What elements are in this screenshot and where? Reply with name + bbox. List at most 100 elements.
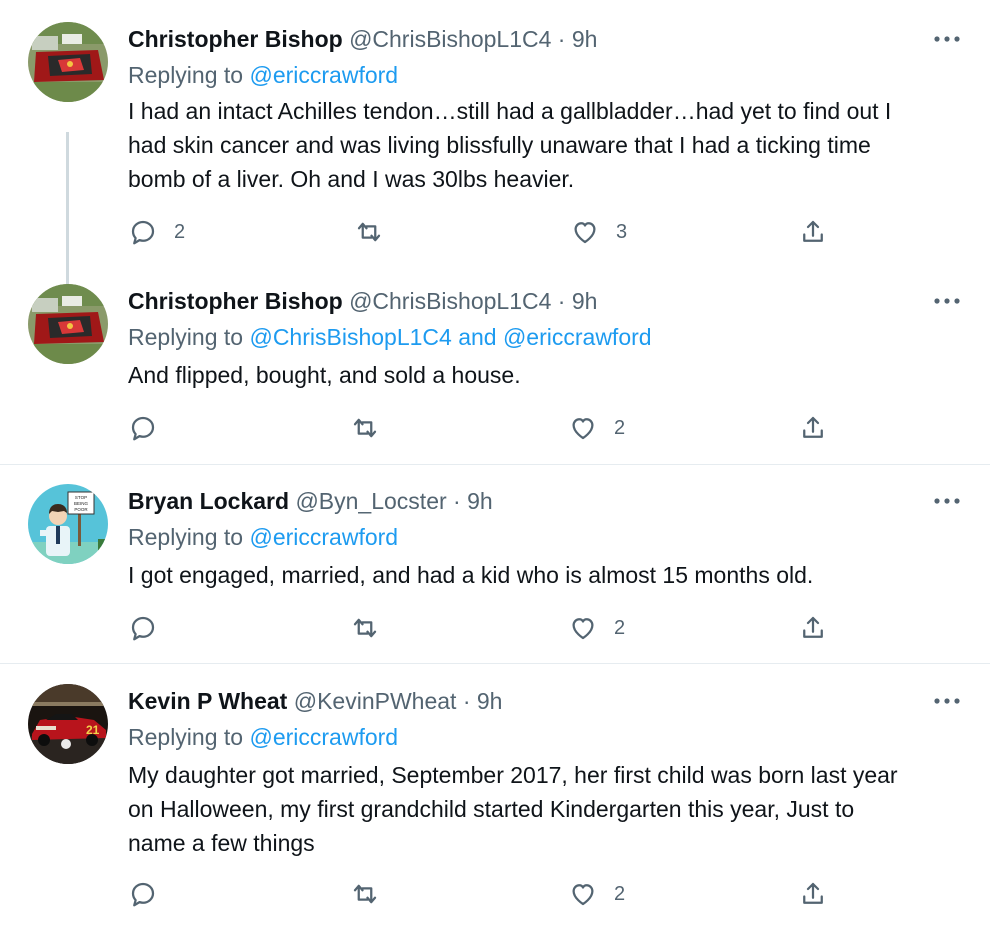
share-icon: [803, 882, 823, 904]
reply-icon: [131, 220, 155, 245]
like-button[interactable]: 2: [568, 876, 625, 912]
more-button[interactable]: [930, 488, 964, 514]
share-button[interactable]: [798, 876, 828, 912]
retweet-icon: [353, 618, 377, 638]
replying-to-label: Replying to: [128, 724, 244, 750]
like-icon: [572, 618, 594, 640]
tweet-text-line: And flipped, bought, and sold a house.: [128, 362, 521, 388]
tweet-text-line: I got engaged, married, and had a kid wh…: [128, 562, 814, 588]
tweet[interactable]: Christopher Bishop @ChrisBishopL1C4 · 9h…: [0, 22, 990, 300]
more-button[interactable]: [930, 288, 964, 314]
like-count: 2: [614, 416, 626, 439]
share-button[interactable]: [798, 610, 828, 646]
sign-text-line: BEING: [74, 501, 89, 506]
like-button[interactable]: 2: [568, 610, 625, 646]
reply-button[interactable]: [128, 610, 174, 646]
replying-to: Replying to @ericcrawford: [128, 720, 398, 754]
cardinals-lawn-avatar: [28, 284, 108, 364]
retweet-icon: [353, 418, 377, 438]
like-count: 2: [614, 616, 626, 639]
reply-icon: [131, 882, 155, 907]
share-icon: [803, 416, 823, 438]
tweet-header: Christopher Bishop @ChrisBishopL1C4 · 9h: [128, 22, 597, 56]
replying-to-label: Replying to: [128, 324, 244, 350]
like-icon: [574, 222, 596, 244]
tweet-text: And flipped, bought, and sold a house.: [128, 358, 968, 392]
mention-link[interactable]: @ericcrawford: [249, 524, 398, 550]
avatar[interactable]: [28, 22, 108, 102]
tweet[interactable]: STOP BEING POOR Bryan Lockard @Byn_Locst…: [0, 484, 990, 664]
timestamp[interactable]: 9h: [572, 288, 598, 314]
like-icon: [572, 418, 594, 440]
reply-button[interactable]: 2: [128, 214, 185, 250]
tweet-text-line: My daughter got married, September 2017,…: [128, 762, 898, 788]
avatar[interactable]: [28, 284, 108, 364]
timestamp[interactable]: 9h: [572, 26, 598, 52]
share-button[interactable]: [798, 410, 828, 446]
like-count: 2: [614, 882, 626, 905]
share-icon: [803, 616, 823, 638]
tweet-header: Kevin P Wheat @KevinPWheat · 9h: [128, 684, 502, 718]
reply-icon: [131, 416, 155, 441]
action-bar: 2: [128, 876, 848, 912]
author-name[interactable]: Christopher Bishop: [128, 26, 343, 52]
author-name[interactable]: Bryan Lockard: [128, 488, 289, 514]
sign-text-line: STOP: [75, 495, 87, 500]
retweet-button[interactable]: [350, 876, 396, 912]
mention-link[interactable]: @ericcrawford: [249, 62, 398, 88]
retweet-icon: [357, 222, 381, 242]
reply-button[interactable]: [128, 876, 174, 912]
action-bar: 2 3: [128, 214, 848, 250]
timestamp[interactable]: 9h: [477, 688, 503, 714]
reply-button[interactable]: [128, 410, 174, 446]
tweet[interactable]: Christopher Bishop @ChrisBishopL1C4 · 9h…: [0, 284, 990, 464]
sign-text-line: POOR: [74, 507, 88, 512]
more-button[interactable]: [930, 26, 964, 52]
retweet-button[interactable]: [350, 610, 396, 646]
tweet-text-line: bomb of a liver. Oh and I was 30lbs heav…: [128, 166, 575, 192]
timestamp[interactable]: 9h: [467, 488, 493, 514]
more-icon: [934, 36, 960, 42]
tweet-header: Bryan Lockard @Byn_Locster · 9h: [128, 484, 493, 518]
author-handle[interactable]: @KevinPWheat: [294, 688, 457, 714]
tweet-text: My daughter got married, September 2017,…: [128, 758, 968, 860]
tweet-divider: [0, 663, 990, 664]
more-button[interactable]: [930, 688, 964, 714]
mention-link[interactable]: @ericcrawford: [503, 324, 652, 350]
replying-to-label: Replying to: [128, 62, 244, 88]
separator-dot: ·: [453, 488, 461, 514]
author-handle[interactable]: @ChrisBishopL1C4: [349, 26, 551, 52]
mention-joiner: and: [458, 324, 497, 350]
more-icon: [934, 298, 960, 304]
tweet-header: Christopher Bishop @ChrisBishopL1C4 · 9h: [128, 284, 597, 318]
share-button[interactable]: [798, 214, 828, 250]
separator-dot: ·: [462, 688, 471, 714]
separator-dot: ·: [557, 288, 566, 314]
tweet-text-line: name a few things: [128, 830, 315, 856]
action-bar: 2: [128, 610, 848, 646]
author-name[interactable]: Christopher Bishop: [128, 288, 343, 314]
reply-icon: [131, 616, 155, 641]
avatar[interactable]: 21: [28, 684, 108, 764]
author-name[interactable]: Kevin P Wheat: [128, 688, 287, 714]
reply-count: 2: [174, 220, 186, 243]
retweet-button[interactable]: [350, 410, 396, 446]
author-handle[interactable]: @Byn_Locster: [295, 488, 446, 514]
separator-dot: ·: [557, 26, 566, 52]
replying-to: Replying to @ericcrawford: [128, 520, 398, 554]
tweet[interactable]: 21 Kevin P Wheat @KevinPWheat · 9h Reply…: [0, 684, 990, 924]
like-button[interactable]: 3: [570, 214, 627, 250]
reply-feed: Christopher Bishop @ChrisBishopL1C4 · 9h…: [0, 0, 990, 934]
tweet-text-line: on Halloween, my first grandchild starte…: [128, 796, 855, 822]
cartoon-sign-avatar: STOP BEING POOR: [28, 484, 108, 564]
tweet-text: I had an intact Achilles tendon…still ha…: [128, 94, 968, 196]
retweet-button[interactable]: [354, 214, 400, 250]
mention-link[interactable]: @ChrisBishopL1C4: [249, 324, 451, 350]
action-bar: 2: [128, 410, 848, 446]
avatar[interactable]: STOP BEING POOR: [28, 484, 108, 564]
author-handle[interactable]: @ChrisBishopL1C4: [349, 288, 551, 314]
tweet-text: I got engaged, married, and had a kid wh…: [128, 558, 968, 592]
like-button[interactable]: 2: [568, 410, 625, 446]
share-icon: [803, 220, 823, 242]
mention-link[interactable]: @ericcrawford: [249, 724, 398, 750]
